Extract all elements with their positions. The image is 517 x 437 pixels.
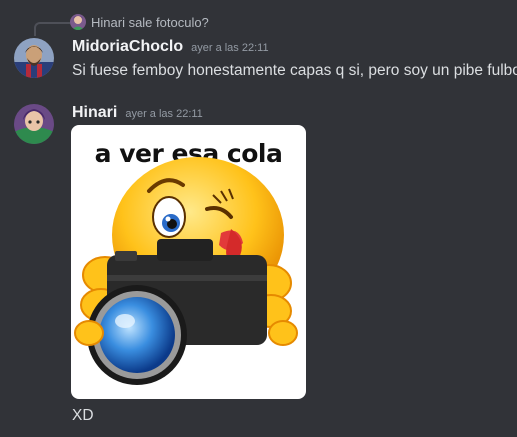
image-attachment[interactable]: a ver esa cola xyxy=(71,125,306,399)
message-text: Si fuese femboy honestamente capas q si,… xyxy=(72,62,517,79)
timestamp[interactable]: ayer a las 22:11 xyxy=(125,108,202,120)
username[interactable]: MidoriaChoclo xyxy=(72,38,183,56)
username[interactable]: Hinari xyxy=(72,104,117,122)
timestamp[interactable]: ayer a las 22:11 xyxy=(191,42,268,54)
message-header: MidoriaChoclo ayer a las 22:11 xyxy=(72,38,269,56)
avatar[interactable] xyxy=(14,104,54,144)
reply-snippet: Hinari sale fotoculo? xyxy=(91,14,209,30)
message-text: XD xyxy=(72,407,94,424)
reply-avatar xyxy=(70,14,86,30)
reply-context[interactable]: Hinari sale fotoculo? xyxy=(70,13,209,31)
reply-connector xyxy=(34,22,70,36)
avatar[interactable] xyxy=(14,38,54,78)
message-header: Hinari ayer a las 22:11 xyxy=(72,104,203,122)
camera-emoji-icon xyxy=(74,157,298,385)
